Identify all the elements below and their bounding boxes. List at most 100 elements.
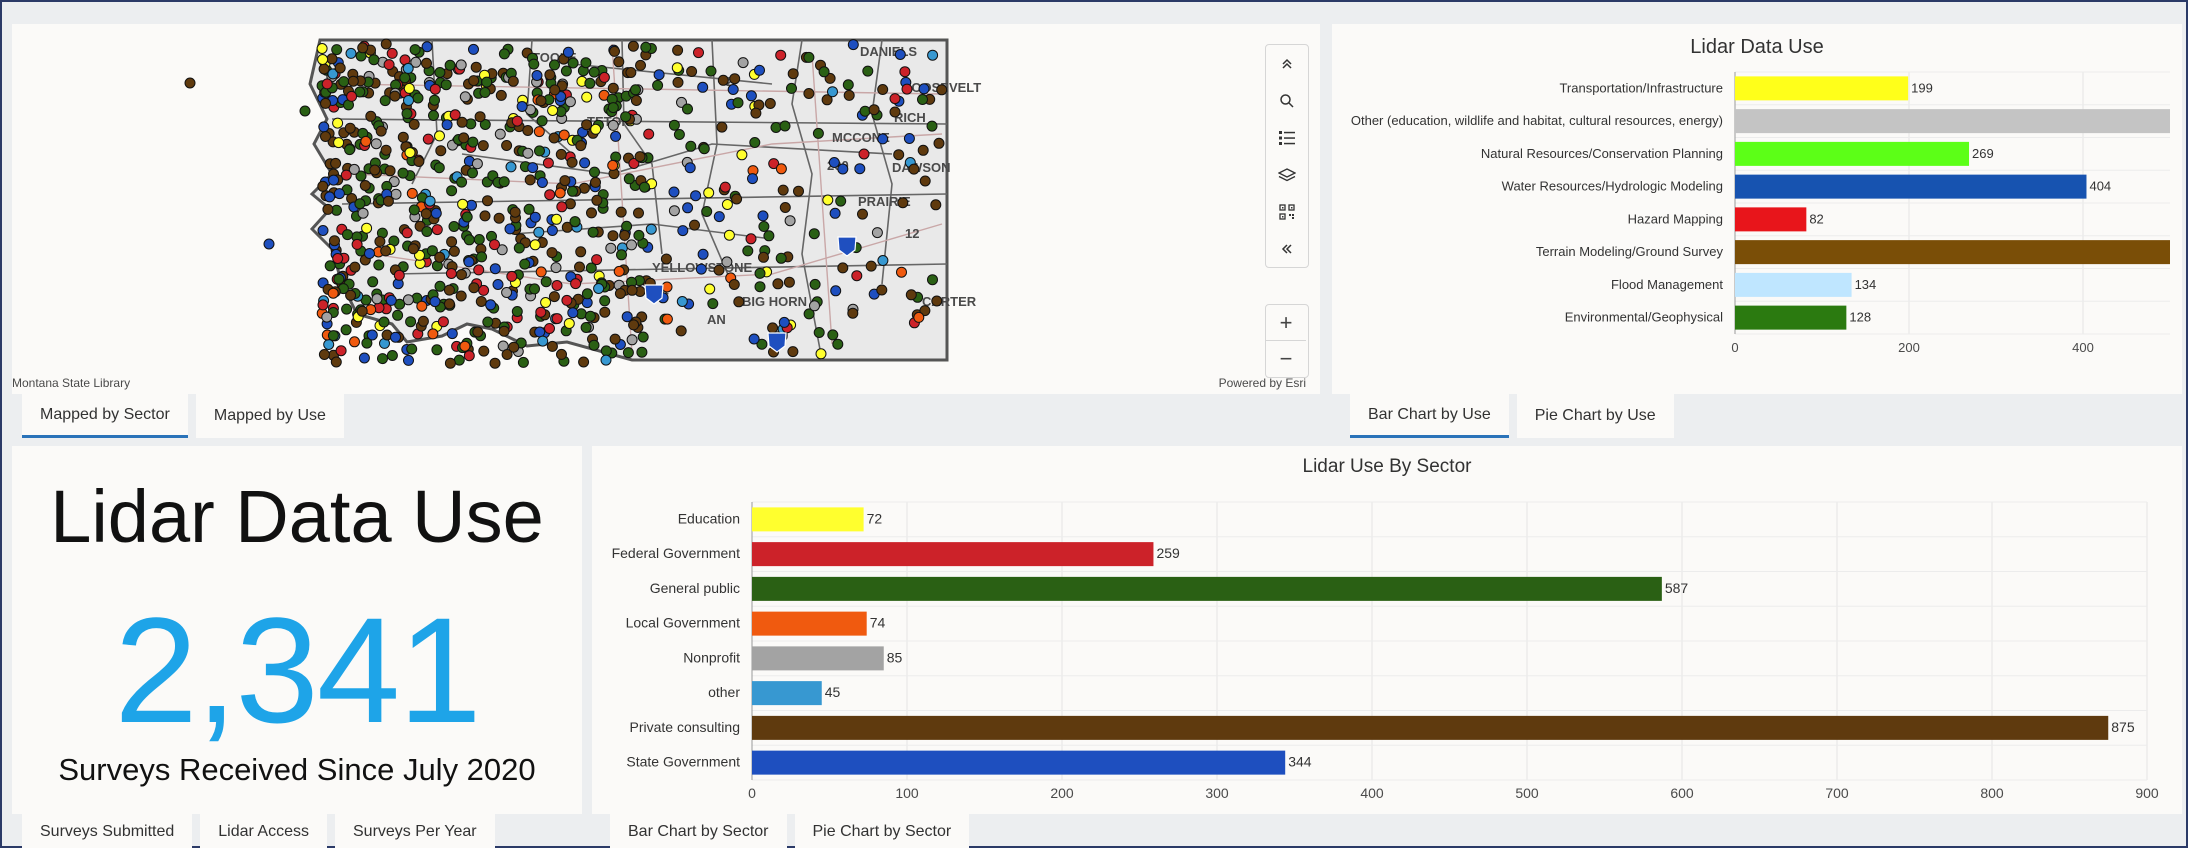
survey-point[interactable] (435, 145, 447, 157)
survey-point[interactable] (479, 87, 491, 98)
survey-point[interactable] (556, 201, 568, 213)
survey-point[interactable] (586, 207, 597, 219)
survey-point[interactable] (461, 211, 473, 223)
survey-point[interactable] (591, 194, 603, 206)
survey-point[interactable] (534, 326, 546, 338)
survey-point[interactable] (563, 318, 575, 329)
esri-credit[interactable]: Powered by Esri (1219, 376, 1306, 390)
survey-point[interactable] (531, 70, 543, 81)
survey-point[interactable] (431, 344, 443, 356)
survey-point[interactable] (368, 54, 380, 66)
survey-point[interactable] (630, 84, 641, 96)
survey-point[interactable] (598, 71, 610, 83)
survey-point[interactable] (660, 253, 672, 265)
survey-point[interactable] (429, 83, 441, 95)
survey-point[interactable] (633, 229, 645, 241)
survey-point[interactable] (357, 207, 369, 219)
survey-point[interactable] (466, 199, 477, 211)
survey-point[interactable] (326, 53, 338, 65)
survey-point[interactable] (522, 125, 534, 136)
search-icon[interactable] (1267, 82, 1307, 119)
survey-point[interactable] (621, 311, 633, 323)
survey-point[interactable] (745, 233, 757, 245)
survey-point[interactable] (610, 130, 622, 142)
survey-point[interactable] (579, 157, 591, 169)
survey-point[interactable] (373, 259, 385, 271)
survey-point[interactable] (707, 298, 719, 310)
survey-point[interactable] (548, 132, 560, 144)
survey-point[interactable] (498, 176, 510, 188)
survey-point[interactable] (918, 83, 930, 95)
survey-point[interactable] (779, 120, 791, 132)
survey-point[interactable] (542, 157, 554, 169)
survey-point[interactable] (809, 300, 820, 312)
map-canvas[interactable]: TOOLEDANIELSROOSEVELTRICHMCCONEDAWSONPRA… (12, 24, 1320, 394)
survey-point[interactable] (429, 94, 440, 106)
survey-point[interactable] (754, 64, 765, 76)
survey-point[interactable] (737, 57, 749, 69)
survey-point[interactable] (686, 66, 698, 77)
survey-point[interactable] (580, 322, 592, 333)
survey-point[interactable] (317, 225, 329, 236)
survey-point[interactable] (446, 236, 458, 248)
survey-point[interactable] (459, 91, 471, 103)
survey-point[interactable] (546, 247, 558, 259)
survey-point[interactable] (716, 121, 728, 133)
survey-point[interactable] (607, 82, 619, 94)
survey-point[interactable] (733, 296, 745, 308)
survey-point[interactable] (587, 226, 599, 238)
survey-point[interactable] (593, 283, 605, 294)
survey-point[interactable] (455, 290, 467, 302)
survey-point[interactable] (357, 42, 369, 54)
survey-point[interactable] (698, 143, 710, 155)
survey-point[interactable] (812, 127, 824, 139)
survey-point[interactable] (529, 283, 540, 295)
survey-point[interactable] (516, 101, 528, 112)
survey-point[interactable] (640, 41, 652, 53)
survey-point[interactable] (417, 315, 429, 327)
survey-point[interactable] (299, 105, 311, 117)
survey-point[interactable] (344, 122, 356, 134)
survey-point[interactable] (889, 93, 901, 105)
survey-point[interactable] (467, 167, 478, 179)
survey-point[interactable] (721, 256, 733, 268)
survey-point[interactable] (599, 306, 611, 318)
map-panel[interactable]: TOOLEDANIELSROOSEVELTRICHMCCONEDAWSONPRA… (12, 24, 1320, 394)
survey-point[interactable] (456, 176, 468, 188)
survey-point[interactable] (489, 239, 500, 251)
survey-point[interactable] (668, 119, 680, 131)
survey-point[interactable] (322, 203, 334, 215)
tab-pie-chart-by-use[interactable]: Pie Chart by Use (1516, 394, 1674, 438)
survey-point[interactable] (537, 335, 549, 347)
survey-point[interactable] (324, 191, 336, 203)
survey-point[interactable] (787, 346, 799, 358)
survey-point[interactable] (527, 162, 539, 174)
survey-point[interactable] (609, 45, 620, 57)
bar[interactable] (1735, 174, 2087, 199)
survey-point[interactable] (409, 44, 421, 56)
survey-point[interactable] (382, 195, 394, 207)
survey-point[interactable] (321, 78, 333, 90)
survey-point[interactable] (561, 294, 573, 306)
survey-point[interactable] (443, 298, 455, 310)
survey-point[interactable] (345, 47, 357, 59)
survey-point[interactable] (356, 305, 368, 317)
survey-point[interactable] (547, 105, 559, 116)
survey-point[interactable] (383, 59, 395, 71)
survey-point[interactable] (392, 309, 404, 321)
survey-point[interactable] (551, 213, 562, 225)
survey-point[interactable] (535, 266, 547, 278)
survey-point[interactable] (770, 122, 782, 133)
survey-point[interactable] (933, 137, 945, 149)
survey-point[interactable] (479, 210, 491, 222)
survey-point[interactable] (590, 176, 601, 188)
survey-point[interactable] (551, 280, 563, 291)
survey-point[interactable] (584, 310, 596, 322)
survey-point[interactable] (493, 212, 505, 224)
survey-point[interactable] (349, 336, 360, 348)
survey-point[interactable] (321, 311, 333, 323)
survey-point[interactable] (728, 279, 740, 290)
survey-point[interactable] (634, 151, 646, 163)
survey-point[interactable] (317, 54, 329, 65)
survey-point[interactable] (513, 242, 525, 254)
